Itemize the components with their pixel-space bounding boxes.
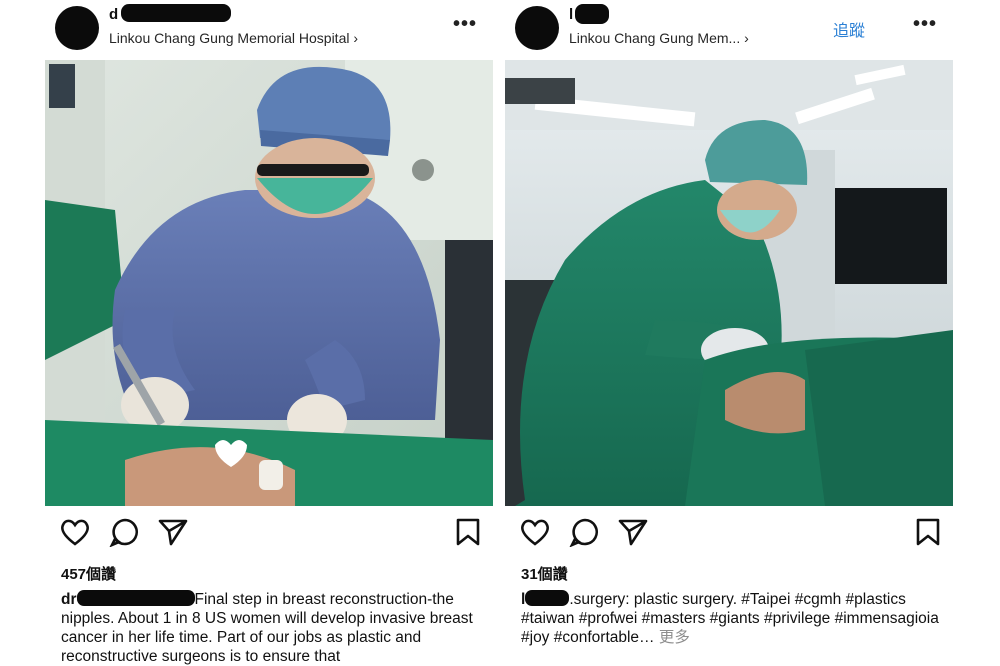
caption: l .surgery: plastic surgery. #Taipei #cgm… [521, 590, 961, 666]
follow-button[interactable]: 追蹤 [833, 17, 865, 41]
avatar[interactable] [55, 6, 99, 50]
caption: dr Final step in breast reconstruction-th… [61, 590, 501, 666]
caption-username[interactable]: dr [61, 591, 77, 608]
post-photo[interactable] [45, 60, 493, 506]
more-link[interactable]: 更多 [659, 629, 690, 646]
comment-icon[interactable] [109, 517, 141, 552]
post-card-left: d Linkou Chang Gung Memorial Hospital › … [45, 0, 495, 666]
redaction-bar [76, 590, 195, 606]
bookmark-icon[interactable] [915, 517, 941, 552]
redaction-bar [575, 4, 609, 24]
post-card-right: l Linkou Chang Gung Mem... › 追蹤 ••• 31個讚… [505, 0, 955, 666]
heart-icon[interactable] [519, 517, 551, 552]
surgery-photo-left [45, 60, 493, 506]
location-link[interactable]: Linkou Chang Gung Memorial Hospital › [109, 30, 358, 46]
redaction-bar [121, 4, 231, 22]
avatar[interactable] [515, 6, 559, 50]
redaction-bar [525, 590, 570, 606]
action-bar [519, 517, 941, 551]
likes-count[interactable]: 457個讚 [61, 563, 116, 584]
surgery-photo-right [505, 60, 953, 506]
action-bar [59, 517, 481, 551]
send-icon[interactable] [157, 517, 189, 552]
username[interactable]: d [109, 6, 118, 23]
more-icon[interactable]: ••• [913, 14, 937, 34]
send-icon[interactable] [617, 517, 649, 552]
bookmark-icon[interactable] [455, 517, 481, 552]
post-header: d Linkou Chang Gung Memorial Hospital › … [45, 0, 495, 58]
comment-icon[interactable] [569, 517, 601, 552]
location-link[interactable]: Linkou Chang Gung Mem... › [569, 30, 749, 46]
post-header: l Linkou Chang Gung Mem... › 追蹤 ••• [505, 0, 955, 58]
post-photo[interactable] [505, 60, 953, 506]
more-icon[interactable]: ••• [453, 14, 477, 34]
heart-icon[interactable] [59, 517, 91, 552]
likes-count[interactable]: 31個讚 [521, 563, 568, 584]
username[interactable]: l [569, 6, 573, 23]
caption-text: .surgery: plastic surgery. #Taipei #cgmh… [521, 591, 939, 646]
